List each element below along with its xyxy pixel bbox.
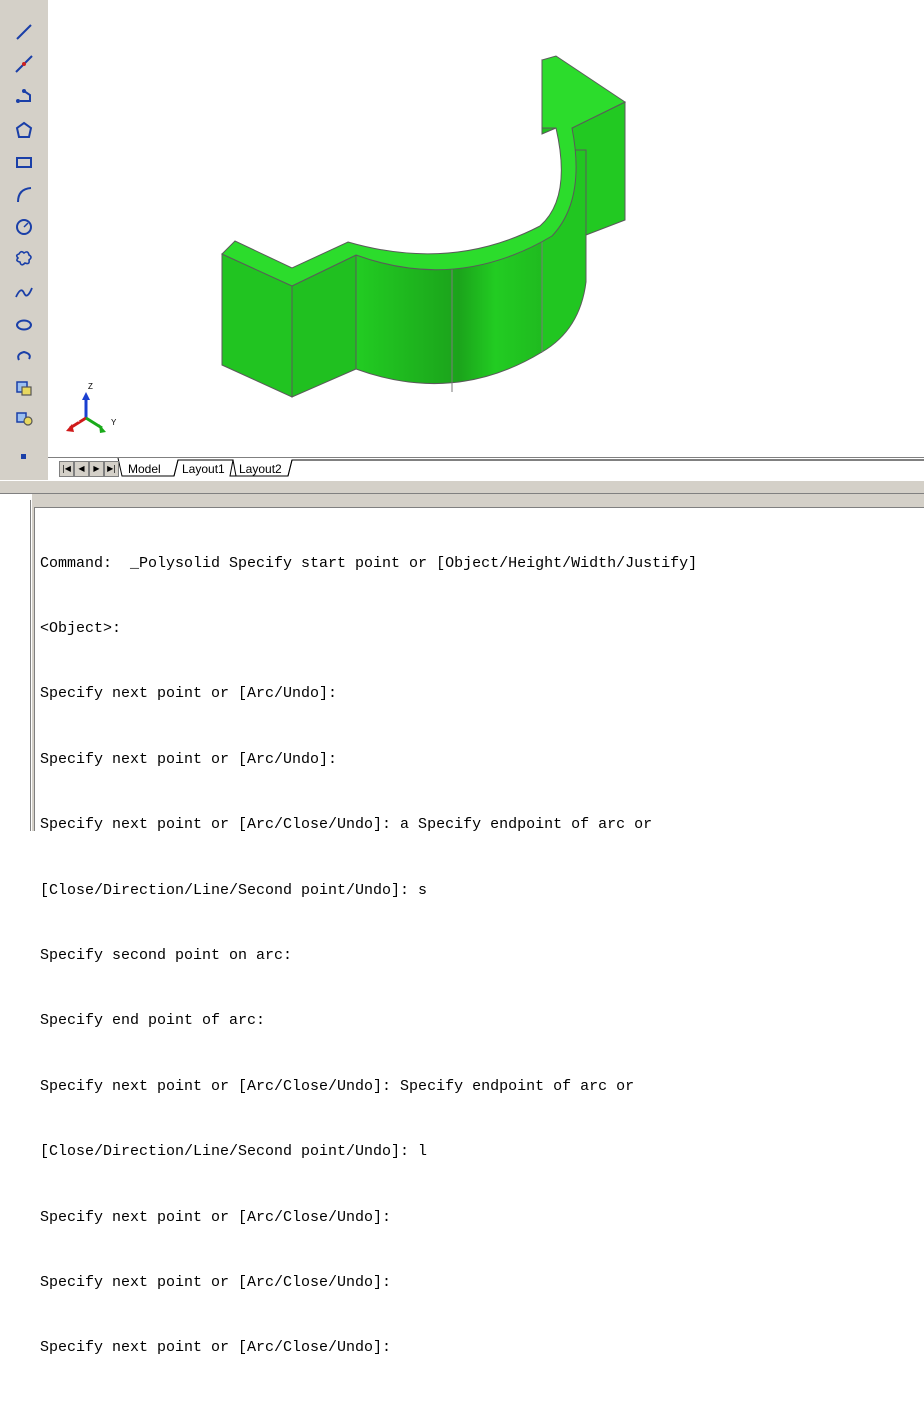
command-line: [Close/Direction/Line/Second point/Undo]… (40, 881, 428, 899)
command-history[interactable]: Command: _Polysolid Specify start point … (34, 507, 924, 1356)
arc-icon[interactable] (12, 182, 36, 206)
command-window: Command: _Polysolid Specify start point … (32, 494, 924, 1356)
command-line: Specify end point of arc: (40, 1012, 266, 1030)
ucs-icon: Z Y X (66, 382, 117, 433)
revision-cloud-icon[interactable] (12, 246, 36, 270)
make-block-icon[interactable] (12, 406, 36, 430)
line-icon[interactable] (12, 20, 36, 44)
command-line: Specify next point or [Arc/Close/Undo]: (40, 1208, 392, 1226)
model-viewport[interactable]: Z Y X (48, 0, 924, 457)
tab-layout1[interactable]: Layout1 (182, 462, 225, 476)
command-line: Specify second point on arc: (40, 946, 293, 964)
command-window-grip[interactable] (26, 500, 31, 831)
ucs-x-label: X (75, 417, 80, 424)
ellipse-arc-icon[interactable] (12, 344, 36, 368)
layout-tab-bar: |◀ ◀ ▶ ▶| Model Layout1 Layout2 (48, 457, 924, 481)
command-line: Specify next point or [Arc/Close/Undo]: … (40, 1077, 635, 1095)
window-splitter[interactable] (0, 480, 924, 494)
polygon-icon[interactable] (12, 118, 36, 142)
point-icon[interactable] (12, 444, 36, 460)
ellipse-icon[interactable] (12, 312, 36, 336)
polysolid-drawing: Z Y X (66, 55, 627, 433)
command-line: Specify next point or [Arc/Close/Undo]: (40, 1339, 392, 1357)
last-tab-button[interactable]: ▶| (104, 461, 119, 477)
command-line: Command: _Polysolid Specify start point … (40, 554, 698, 572)
command-line: Specify next point or [Arc/Close/Undo]: (40, 1273, 392, 1291)
command-line: [Close/Direction/Line/Second point/Undo]… (40, 1143, 428, 1161)
spline-icon[interactable] (12, 280, 36, 304)
first-tab-button[interactable]: |◀ (59, 461, 74, 477)
polyline-icon[interactable] (12, 86, 36, 110)
ucs-y-label: Y (111, 418, 117, 427)
construction-line-icon[interactable] (12, 52, 36, 76)
command-line: <Object>: (40, 619, 122, 637)
draw-toolbar (0, 0, 49, 480)
command-line: Specify next point or [Arc/Close/Undo]: … (40, 816, 653, 834)
insert-block-icon[interactable] (12, 376, 36, 400)
rectangle-icon[interactable] (12, 150, 36, 174)
circle-icon[interactable] (12, 214, 36, 238)
tab-layout2[interactable]: Layout2 (239, 462, 282, 476)
prev-tab-button[interactable]: ◀ (74, 461, 89, 477)
next-tab-button[interactable]: ▶ (89, 461, 104, 477)
tab-model[interactable]: Model (128, 462, 161, 476)
ucs-z-label: Z (88, 382, 93, 391)
command-line: Specify next point or [Arc/Undo]: (40, 685, 338, 703)
command-line: Specify next point or [Arc/Undo]: (40, 750, 338, 768)
